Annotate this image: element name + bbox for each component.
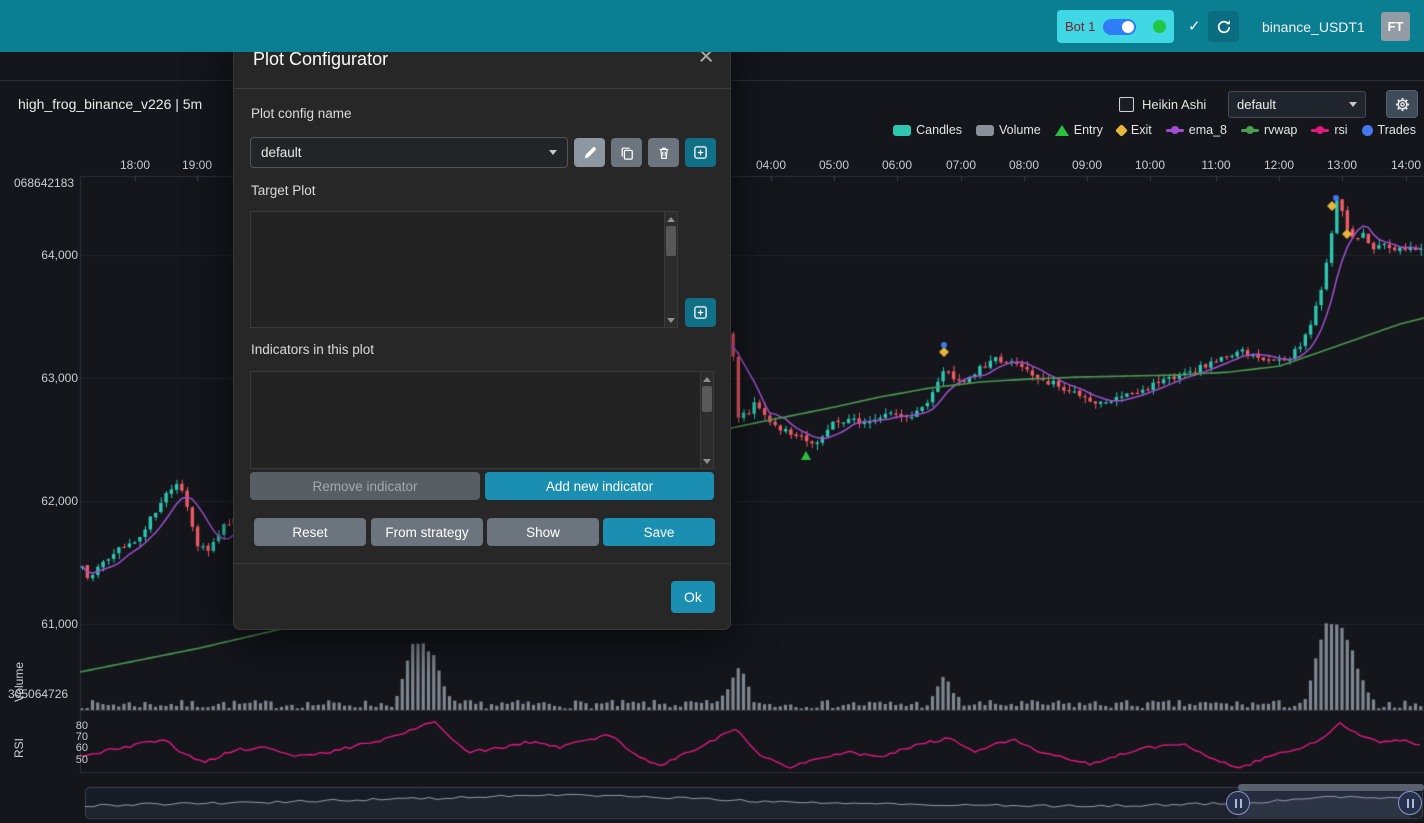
reset-button[interactable]: Reset xyxy=(254,518,366,546)
ft-logo[interactable]: FT xyxy=(1381,12,1410,41)
legend-item-Trades[interactable]: Trades xyxy=(1362,123,1416,137)
modal-title: Plot Configurator xyxy=(253,49,388,70)
chart-title: high_frog_binance_v226 | 5m xyxy=(18,96,202,112)
legend-label: Exit xyxy=(1131,123,1152,137)
legend-label: rsi xyxy=(1334,123,1347,137)
plot-settings-button[interactable] xyxy=(1386,90,1418,118)
gear-icon xyxy=(1395,97,1410,112)
plot-configurator-modal: Plot Configurator × Plot config name def… xyxy=(233,30,731,630)
legend-item-rsi[interactable]: rsi xyxy=(1311,123,1347,137)
show-button[interactable]: Show xyxy=(487,518,599,546)
bot-online-dot xyxy=(1153,20,1166,33)
save-button[interactable]: Save xyxy=(603,518,715,546)
target-list-scrollbar[interactable] xyxy=(664,212,677,327)
Candles-legend-marker-icon xyxy=(893,125,911,136)
rsi-pane-label: RSI xyxy=(12,738,26,758)
indicators-listbox xyxy=(250,371,714,469)
Entry-legend-marker-icon xyxy=(1055,125,1069,136)
legend-label: Volume xyxy=(999,123,1041,137)
scroll-down-icon[interactable] xyxy=(665,314,677,326)
top-navbar: Bot 1 ✓ binance_USDT1 FT xyxy=(0,0,1424,52)
config-name-select[interactable]: default xyxy=(250,137,568,168)
legend-item-Volume[interactable]: Volume xyxy=(976,123,1041,137)
check-icon: ✓ xyxy=(1188,17,1201,35)
plus-square-icon xyxy=(693,145,708,160)
legend-item-Exit[interactable]: Exit xyxy=(1117,123,1152,137)
legend-item-Entry[interactable]: Entry xyxy=(1055,123,1103,137)
scrollbar-thumb[interactable] xyxy=(666,226,676,256)
add-config-button[interactable] xyxy=(685,138,716,167)
from-strategy-button[interactable]: From strategy xyxy=(371,518,483,546)
chevron-down-icon xyxy=(1349,102,1357,107)
indicator-items xyxy=(263,374,698,468)
pause-icon xyxy=(1235,799,1237,808)
legend-item-rvwap[interactable]: rvwap xyxy=(1241,123,1297,137)
bot-name-label: Bot 1 xyxy=(1065,19,1095,34)
scroll-up-icon[interactable] xyxy=(701,373,713,385)
legend-label: Entry xyxy=(1074,123,1103,137)
legend-label: rvwap xyxy=(1264,123,1297,137)
rsi-legend-marker-icon xyxy=(1311,129,1329,132)
add-new-indicator-button[interactable]: Add new indicator xyxy=(485,472,714,500)
legend-label: Trades xyxy=(1378,123,1416,137)
scroll-up-icon[interactable] xyxy=(665,213,677,225)
plot-config-select-value: default xyxy=(1237,97,1276,112)
target-plot-items xyxy=(263,214,662,327)
legend-item-ema_8[interactable]: ema_8 xyxy=(1166,123,1227,137)
legend-label: ema_8 xyxy=(1189,123,1227,137)
plus-square-icon xyxy=(693,305,708,320)
volume-pane-label: Volume xyxy=(12,662,26,702)
datazoom-scrollbar[interactable] xyxy=(1238,784,1424,791)
datazoom-right-handle[interactable] xyxy=(1398,791,1422,815)
indicators-list-scrollbar[interactable] xyxy=(700,372,713,468)
scroll-down-icon[interactable] xyxy=(701,455,713,467)
Trades-legend-marker-icon xyxy=(1362,125,1373,136)
ok-button[interactable]: Ok xyxy=(671,581,715,613)
pencil-icon xyxy=(583,146,597,160)
plot-config-name-label: Plot config name xyxy=(251,106,352,121)
Exit-legend-marker-icon xyxy=(1115,124,1128,137)
datazoom-left-handle[interactable] xyxy=(1226,791,1250,815)
refresh-icon xyxy=(1216,19,1232,35)
copy-icon xyxy=(620,146,634,160)
legend-item-Candles[interactable]: Candles xyxy=(893,123,962,137)
add-target-plot-button[interactable] xyxy=(685,298,716,327)
scrollbar-thumb[interactable] xyxy=(702,386,712,412)
target-plot-listbox xyxy=(250,211,678,328)
pause-icon xyxy=(1240,799,1242,808)
bot-toggle[interactable] xyxy=(1103,19,1136,35)
rvwap-legend-marker-icon xyxy=(1241,129,1259,132)
pause-icon xyxy=(1412,799,1414,808)
edit-config-button[interactable] xyxy=(574,138,605,167)
target-plot-label: Target Plot xyxy=(251,183,316,198)
bot-selector[interactable]: Bot 1 xyxy=(1057,10,1174,43)
heikin-ashi-checkbox[interactable] xyxy=(1119,97,1134,112)
ema_8-legend-marker-icon xyxy=(1166,129,1184,132)
toggle-knob xyxy=(1122,21,1134,33)
modal-footer-divider xyxy=(234,563,730,564)
bot-pair-label: binance_USDT1 xyxy=(1262,19,1365,35)
plot-config-select[interactable]: default xyxy=(1228,91,1366,118)
chevron-down-icon xyxy=(549,150,557,155)
delete-config-button[interactable] xyxy=(648,138,679,167)
Volume-legend-marker-icon xyxy=(976,125,994,136)
copy-config-button[interactable] xyxy=(611,138,642,167)
config-name-select-value: default xyxy=(261,145,302,160)
indicators-label: Indicators in this plot xyxy=(251,342,374,357)
chart-legend: Candles Volume Entry Exit ema_8 rvwap rsi Trade… xyxy=(893,123,1416,137)
legend-label: Candles xyxy=(916,123,962,137)
heikin-ashi-label: Heikin Ashi xyxy=(1142,97,1206,112)
remove-indicator-button[interactable]: Remove indicator xyxy=(250,472,480,500)
trash-icon xyxy=(657,146,671,160)
pause-icon xyxy=(1407,799,1409,808)
refresh-button[interactable] xyxy=(1208,11,1239,42)
